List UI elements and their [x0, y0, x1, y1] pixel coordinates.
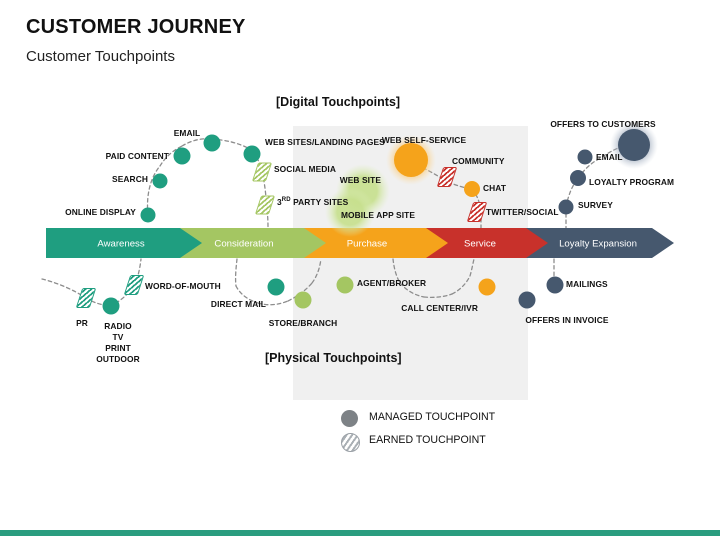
stage-label-consideration[interactable]: Consideration: [214, 239, 273, 250]
label-offers-to-customers: OFFERS TO CUSTOMERS: [550, 118, 656, 129]
node-direct-mail[interactable]: [267, 278, 285, 296]
label-word-of-mouth: WORD-OF-MOUTH: [145, 280, 221, 291]
label-tv: TV: [112, 331, 124, 342]
journey-vector-layer: [41, 121, 674, 307]
node-call-center-ivr[interactable]: [478, 278, 496, 296]
label-outdoor: OUTDOOR: [96, 353, 140, 364]
node-loyalty-program[interactable]: [570, 170, 586, 186]
node-offers-in-invoice[interactable]: [518, 291, 536, 309]
label-web-sites-landing-pages: WEB SITES/LANDING PAGES: [265, 136, 385, 147]
node-mailings[interactable]: [546, 276, 564, 294]
label-offers-in-invoice: OFFERS IN INVOICE: [525, 314, 609, 325]
label-loyalty-program: LOYALTY PROGRAM: [589, 176, 675, 187]
node-offers-to-customers[interactable]: [618, 129, 650, 161]
label-search: SEARCH: [112, 173, 148, 184]
label-twitter-social: TWITTER/SOCIAL: [486, 206, 559, 217]
node-email-awareness[interactable]: [203, 134, 221, 152]
label-agent-broker: AGENT/BROKER: [357, 277, 427, 288]
node-agent-broker[interactable]: [336, 276, 354, 294]
label-third-party-sites: 3RD PARTY SITES: [277, 196, 349, 207]
label-survey: SURVEY: [578, 199, 613, 210]
node-email-loyalty[interactable]: [577, 149, 593, 165]
legend-label-managed: MANAGED TOUCHPOINT: [369, 411, 496, 423]
stage-label-service[interactable]: Service: [464, 239, 496, 250]
bottom-accent-bar: [0, 530, 720, 536]
label-pr: PR: [76, 317, 88, 328]
legend-label-earned: EARNED TOUCHPOINT: [369, 434, 486, 446]
node-online-display[interactable]: [140, 207, 156, 223]
node-search[interactable]: [152, 173, 168, 189]
label-email-loyalty: EMAIL: [596, 151, 623, 162]
node-chat[interactable]: [464, 181, 480, 197]
node-web-sites-landing-pages[interactable]: [243, 145, 261, 163]
label-direct-mail: DIRECT MAIL: [210, 298, 266, 309]
label-social-media: SOCIAL MEDIA: [274, 163, 337, 174]
node-web-self-service[interactable]: [394, 143, 428, 177]
stage-label-awareness[interactable]: Awareness: [97, 239, 144, 250]
label-call-center-ivr: CALL CENTER/IVR: [401, 302, 478, 313]
node-radio-tv-print-outdoor[interactable]: [102, 297, 120, 315]
label-web-self-service: WEB SELF-SERVICE: [381, 134, 467, 145]
label-web-site: WEB SITE: [339, 174, 381, 185]
label-paid-content: PAID CONTENT: [105, 150, 169, 161]
label-email-awareness: EMAIL: [173, 127, 201, 138]
node-store-branch[interactable]: [294, 291, 312, 309]
label-mobile-app-site: MOBILE APP SITE: [340, 209, 416, 220]
label-chat: CHAT: [483, 182, 507, 193]
stage-label-loyalty-expansion[interactable]: Loyalty Expansion: [559, 239, 637, 250]
label-online-display: ONLINE DISPLAY: [65, 206, 136, 217]
label-radio: RADIO: [104, 320, 132, 331]
stage-label-purchase[interactable]: Purchase: [347, 239, 388, 250]
label-store-branch: STORE/BRANCH: [268, 317, 338, 328]
label-community: COMMUNITY: [452, 155, 505, 166]
node-paid-content[interactable]: [173, 147, 191, 165]
slide-canvas: CUSTOMER JOURNEY Customer Touchpoints [D…: [0, 0, 720, 540]
label-print: PRINT: [105, 342, 131, 353]
label-mailings: MAILINGS: [566, 278, 608, 289]
node-survey[interactable]: [558, 199, 574, 215]
earned-touchpoint-icon: [341, 433, 360, 452]
managed-touchpoint-icon: [341, 410, 358, 427]
